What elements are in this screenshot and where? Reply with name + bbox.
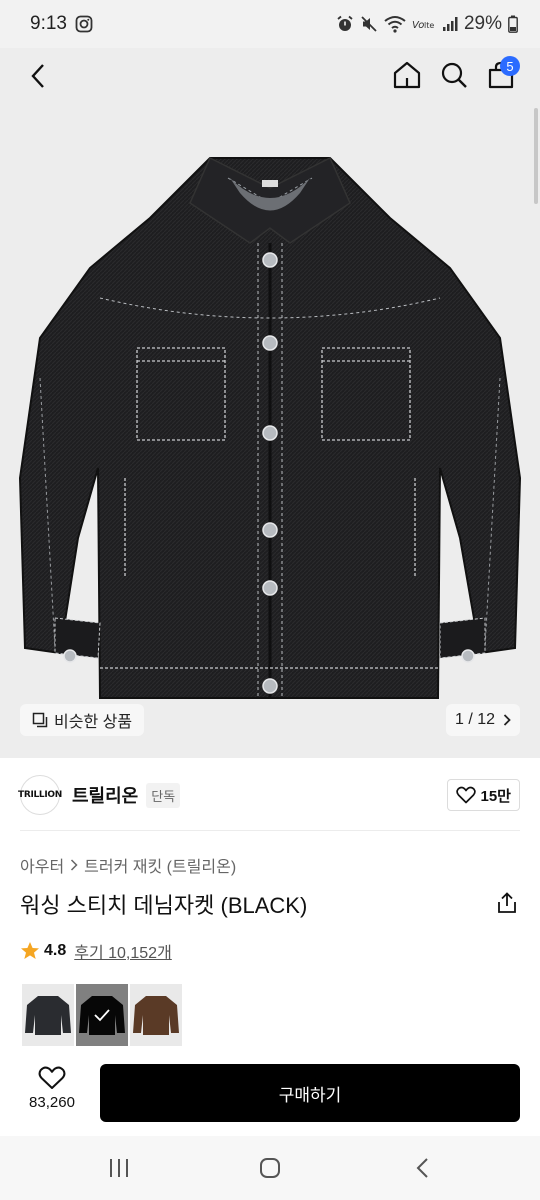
page-indicator-text: 1 / 12 [454, 711, 496, 728]
checkmark-icon [94, 1009, 110, 1022]
back-icon [31, 64, 44, 88]
battery-icon [508, 15, 518, 33]
battery-percent: 29% [463, 13, 502, 34]
status-indicators: Vo lte 29% [336, 13, 518, 35]
similar-products-button[interactable]: 비슷한 상품 [20, 704, 145, 736]
svg-text:Vo: Vo [412, 20, 424, 31]
breadcrumb: 아우터 트러커 재킷 (트릴리온) [20, 853, 236, 877]
similar-icon [32, 712, 48, 728]
home-button-icon [260, 1158, 280, 1178]
swatch-jacket-thumbnail [25, 996, 71, 1035]
bottom-action-bar: 83,260 구매하기 [0, 1060, 540, 1136]
back-nav-button[interactable] [402, 1154, 442, 1182]
review-link[interactable]: 후기 10,152개 [74, 939, 172, 963]
brand-like-button[interactable]: 15만 [446, 779, 520, 811]
volte-icon: Vo lte [412, 17, 436, 31]
instagram-icon [75, 15, 93, 33]
back-button-icon [416, 1158, 428, 1178]
exclusive-badge: 단독 [146, 782, 181, 808]
search-button[interactable] [437, 58, 471, 92]
top-nav [0, 48, 540, 104]
heart-icon [455, 786, 476, 804]
home-nav-button[interactable] [250, 1154, 290, 1182]
home-button[interactable] [390, 58, 424, 92]
section-divider [20, 830, 520, 831]
chevron-right-icon [71, 859, 78, 871]
back-button[interactable] [22, 60, 54, 92]
wishlist-count: 83,260 [29, 1094, 75, 1111]
recent-apps-button[interactable] [99, 1154, 139, 1182]
share-button[interactable] [494, 890, 520, 916]
home-icon [393, 61, 421, 89]
breadcrumb-item[interactable]: 트러커 재킷 (트릴리온) [84, 853, 236, 877]
svg-text:lte: lte [424, 21, 434, 30]
color-swatch[interactable] [130, 984, 182, 1046]
breadcrumb-item[interactable]: 아우터 [20, 853, 64, 877]
signal-icon [442, 16, 458, 32]
product-title: 워싱 스티치 데님자켓 (BLACK) [20, 893, 308, 918]
color-swatches [22, 982, 182, 1048]
brand-row: TRILLION 트릴리온 단독 15만 [18, 774, 520, 816]
brand-like-count: 15만 [480, 787, 512, 805]
color-swatch-selected[interactable] [74, 982, 130, 1048]
chevron-right-icon [503, 714, 511, 726]
mute-icon [360, 15, 378, 33]
product-image [18, 156, 522, 699]
rating-score: 4.8 [44, 942, 67, 959]
gallery-page-indicator[interactable]: 1 / 12 [446, 704, 520, 736]
color-swatch[interactable] [22, 984, 74, 1046]
alarm-icon [336, 15, 354, 33]
rating-row: 4.8 후기 10,152개 [20, 939, 172, 963]
buy-button[interactable]: 구매하기 [100, 1064, 520, 1122]
system-nav-bar [0, 1136, 540, 1200]
brand-logo[interactable]: TRILLION [18, 775, 62, 815]
heart-icon [38, 1066, 66, 1089]
status-bar: 9:13 Vo lte 29% [0, 0, 540, 48]
swatch-jacket-thumbnail [133, 996, 179, 1035]
wishlist-button[interactable]: 83,260 [20, 1066, 84, 1124]
star-icon [21, 942, 39, 959]
wifi-icon [384, 15, 406, 33]
status-time: 9:13 [30, 13, 67, 34]
cart-count-badge: 5 [500, 56, 520, 76]
similar-products-label: 비슷한 상품 [54, 714, 133, 731]
recent-apps-icon [110, 1159, 128, 1177]
selected-overlay [76, 984, 128, 1046]
product-gallery[interactable]: 5 비슷한 상품 1 / 12 [0, 48, 540, 758]
search-icon [441, 62, 467, 88]
share-icon [498, 892, 516, 913]
brand-name[interactable]: 트릴리온 [72, 782, 138, 808]
